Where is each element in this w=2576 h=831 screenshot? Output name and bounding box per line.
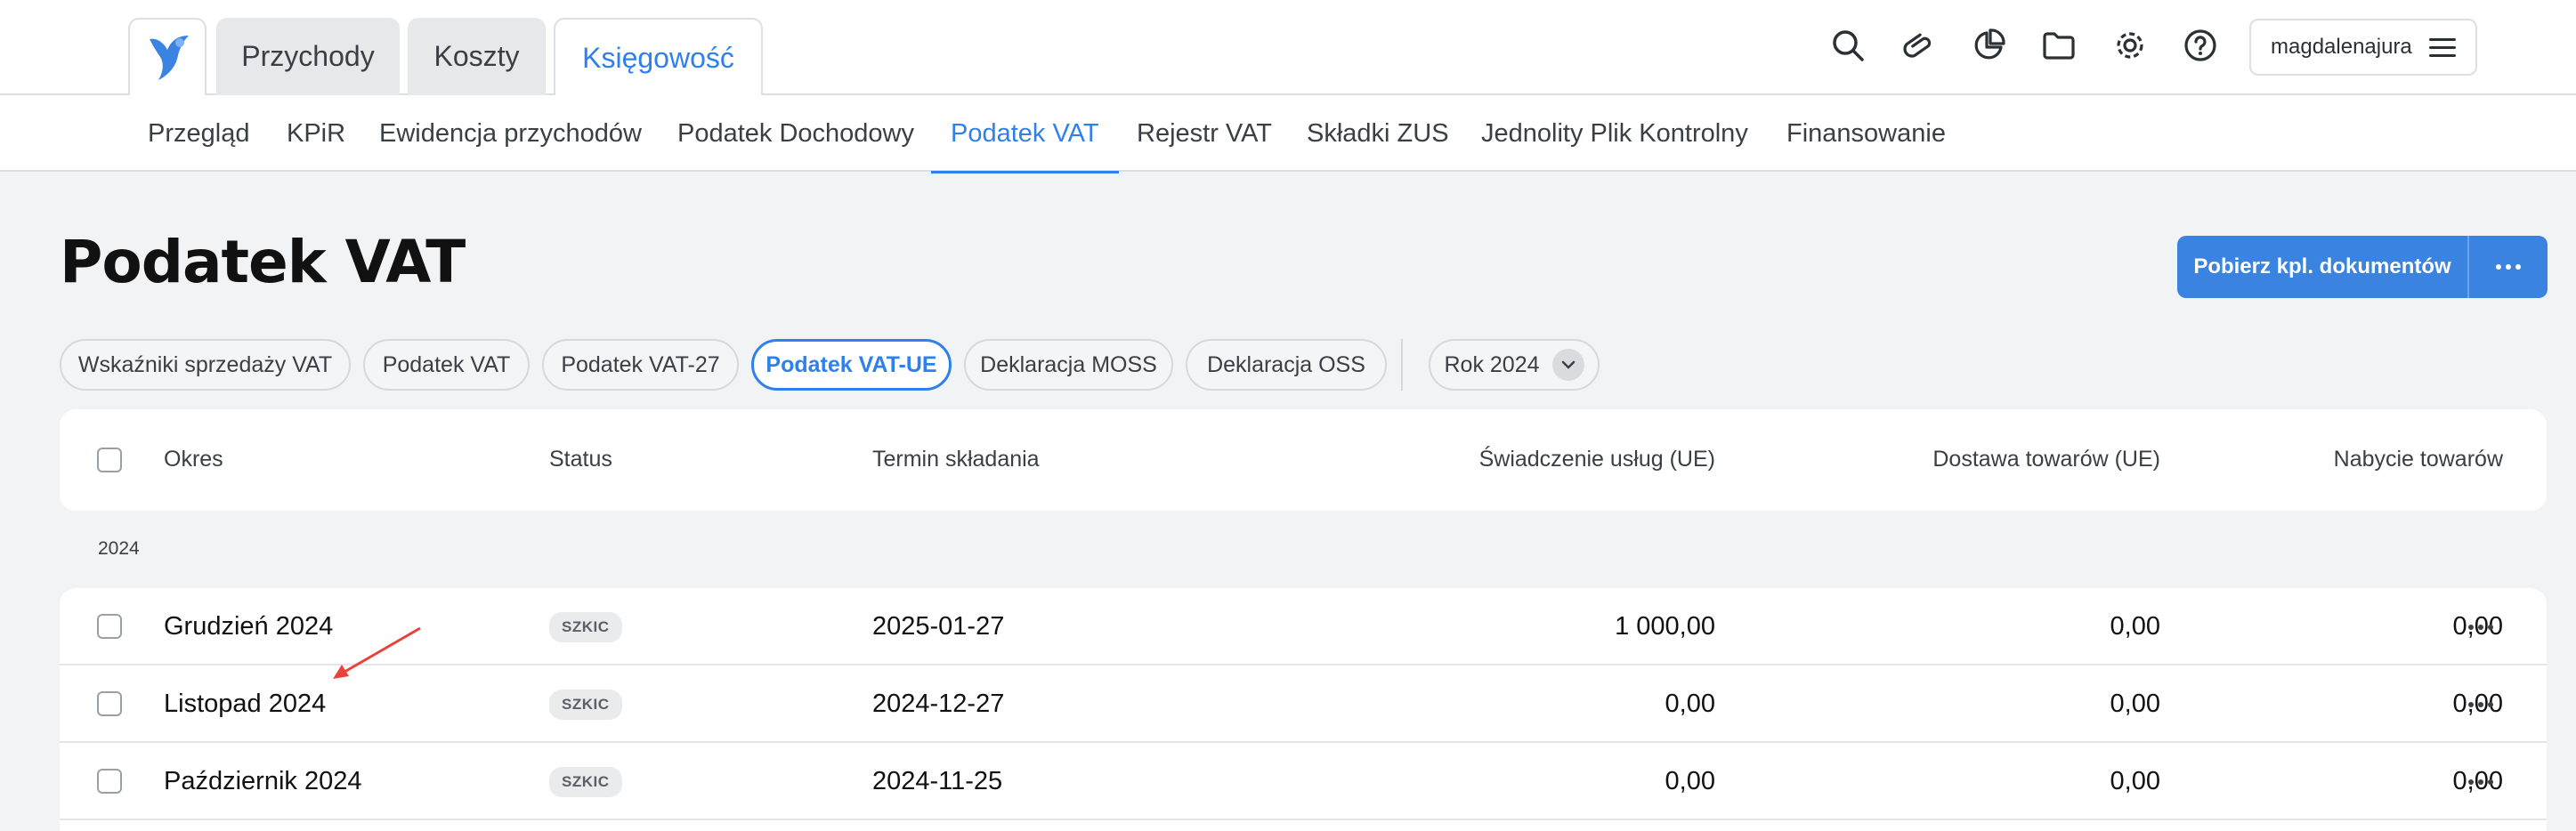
paperclip-icon[interactable] [1898,25,1939,66]
subnav-finansowanie[interactable]: Finansowanie [1786,95,1946,172]
subnav-kpir[interactable]: KPiR [287,95,345,172]
subnav-podatek-dochodowy[interactable]: Podatek Dochodowy [677,95,914,172]
user-menu-button[interactable]: magdalenajura [2249,19,2477,76]
row-checkbox[interactable] [97,691,122,716]
subnav-skladki-zus[interactable]: Składki ZUS [1307,95,1449,172]
sub-navigation: Przegląd KPiR Ewidencja przychodów Podat… [0,95,2576,173]
page-title: Podatek VAT [60,228,466,296]
row-more-button[interactable] [2468,743,2493,820]
subnav-podatek-vat[interactable]: Podatek VAT [931,95,1119,173]
chip-podatek-vat[interactable]: Podatek VAT [363,339,530,391]
row-acquisition-value: 0,00 [2452,767,2503,795]
status-badge: SZKIC [549,766,622,797]
row-deadline: 2024-11-25 [872,767,1003,795]
app-logo[interactable] [128,18,207,95]
chip-podatek-vat-ue[interactable]: Podatek VAT-UE [751,339,952,391]
row-more-button[interactable] [2468,666,2493,743]
row-checkbox[interactable] [97,614,122,639]
tab-przychody[interactable]: Przychody [216,18,400,95]
more-dots-icon [2468,624,2493,630]
help-icon[interactable] [2180,25,2221,66]
more-dots-icon [2496,264,2521,270]
column-nabycie-towarow[interactable]: Nabycie towarów [2098,447,2503,472]
row-checkbox[interactable] [97,769,122,794]
subnav-rejestr-vat[interactable]: Rejestr VAT [1137,95,1272,172]
status-badge: SZKIC [549,611,622,642]
top-bar: Przychody Koszty Księgowość magdalenajur… [0,0,2576,97]
subnav-przeglad[interactable]: Przegląd [148,95,249,172]
status-badge: SZKIC [549,689,622,720]
row-more-button[interactable] [2468,588,2493,666]
table-header: Okres Status Termin składania Świadczeni… [60,409,2547,511]
table-row[interactable]: Październik 2024 SZKIC 2024-11-25 0,00 0… [60,743,2547,820]
chip-podatek-vat-27[interactable]: Podatek VAT-27 [542,339,739,391]
bird-logo-icon [150,36,189,80]
subnav-jpk[interactable]: Jednolity Plik Kontrolny [1481,95,1748,172]
gear-icon[interactable] [2110,25,2151,66]
row-services-value: 0,00 [1665,690,1715,718]
download-documents-button[interactable]: Pobierz kpl. dokumentów [2177,236,2469,298]
select-all-checkbox[interactable] [97,448,122,472]
username: magdalenajura [2271,35,2412,59]
row-acquisition-value: 0,00 [2452,690,2503,718]
row-period[interactable]: Grudzień 2024 [164,588,333,666]
hamburger-icon [2429,38,2456,58]
row-acquisition-value: 0,00 [2452,612,2503,641]
more-dots-icon [2468,701,2493,707]
filter-divider [1401,339,1403,391]
year-select-value: Rok 2024 [1444,351,1540,377]
column-okres[interactable]: Okres [164,447,223,472]
more-dots-icon [2468,779,2493,785]
row-period[interactable]: Listopad 2024 [164,666,326,743]
chevron-down-icon [1551,349,1584,381]
download-more-button[interactable] [2469,236,2548,298]
chip-deklaracja-oss[interactable]: Deklaracja OSS [1186,339,1387,391]
folder-icon[interactable] [2038,25,2079,66]
annotation-arrow-icon [333,626,421,679]
chip-wskazniki-sprzedazy[interactable]: Wskaźniki sprzedaży VAT [60,339,351,391]
subnav-ewidencja-przychodow[interactable]: Ewidencja przychodów [379,95,642,172]
column-swiadczenie-uslug[interactable]: Świadczenie usług (UE) [1306,447,1715,472]
pie-chart-icon[interactable] [1968,25,2009,66]
row-deadline: 2025-01-27 [872,612,1005,641]
search-icon[interactable] [1827,25,1868,66]
tab-ksiegowosc[interactable]: Księgowość [554,18,763,97]
column-termin[interactable]: Termin składania [872,447,1040,472]
row-services-value: 1 000,00 [1615,612,1715,641]
column-status[interactable]: Status [549,447,612,472]
download-documents-button-group: Pobierz kpl. dokumentów [2177,236,2548,298]
row-deadline: 2024-12-27 [872,690,1005,718]
tab-koszty[interactable]: Koszty [408,18,546,95]
group-label-year: 2024 [98,538,140,559]
row-period[interactable]: Październik 2024 [164,743,361,820]
year-select[interactable]: Rok 2024 [1429,339,1600,391]
row-services-value: 0,00 [1665,767,1715,795]
chip-deklaracja-moss[interactable]: Deklaracja MOSS [964,339,1173,391]
